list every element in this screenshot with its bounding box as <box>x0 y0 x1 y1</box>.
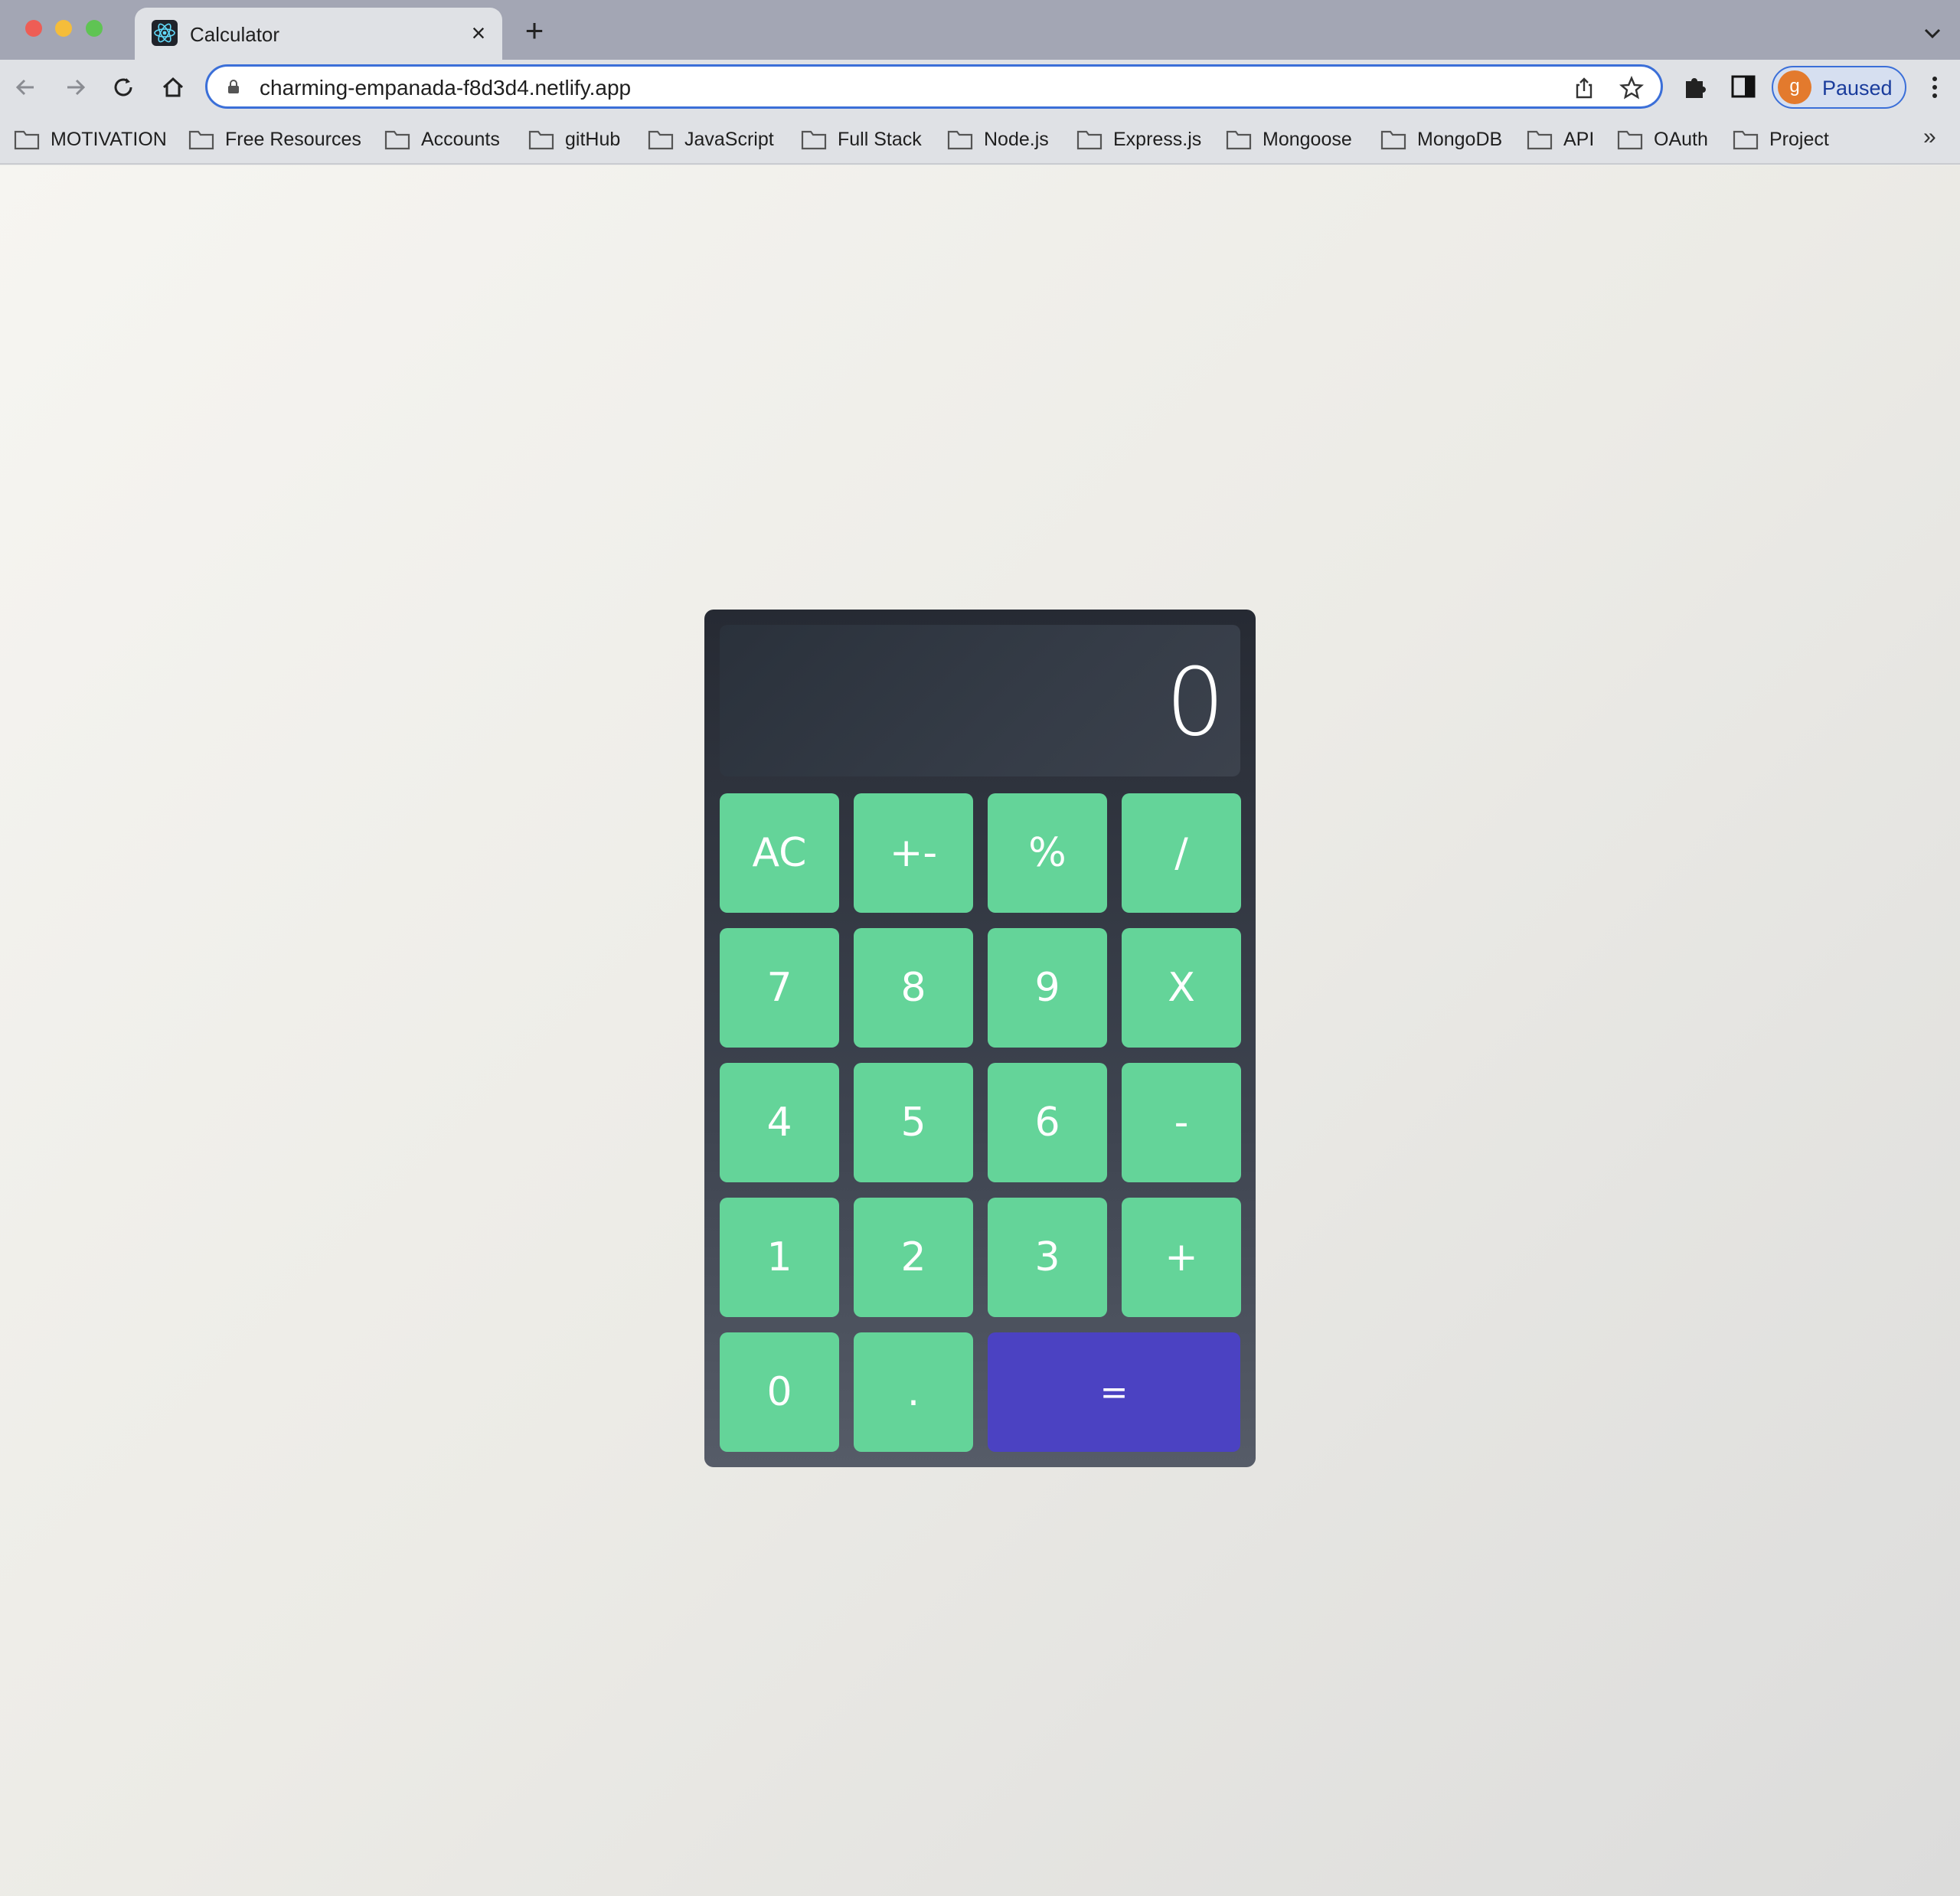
profile-status: Paused <box>1822 77 1893 100</box>
url-text[interactable]: charming-empanada-f8d3d4.netlify.app <box>260 76 631 100</box>
zero-key[interactable]: 0 <box>720 1332 839 1452</box>
folder-icon <box>801 130 827 150</box>
bookmark-folder[interactable]: JavaScript <box>648 124 774 155</box>
new-tab-button[interactable]: + <box>519 15 550 47</box>
window-minimize-button[interactable] <box>55 20 72 37</box>
folder-icon <box>384 130 410 150</box>
share-icon[interactable] <box>1572 76 1596 100</box>
folder-icon <box>1527 130 1553 150</box>
bookmark-label: MongoDB <box>1417 128 1503 150</box>
tab-close-icon[interactable]: × <box>466 20 492 46</box>
forward-arrow-icon[interactable] <box>60 72 90 103</box>
five-key[interactable]: 5 <box>854 1063 973 1182</box>
react-favicon-icon <box>152 20 178 46</box>
folder-icon <box>1226 130 1252 150</box>
browser-toolbar: charming-empanada-f8d3d4.netlify.app g P… <box>0 60 1960 115</box>
folder-icon <box>1733 130 1759 150</box>
six-key[interactable]: 6 <box>988 1063 1107 1182</box>
folder-icon <box>648 130 674 150</box>
eight-key[interactable]: 8 <box>854 928 973 1048</box>
folder-icon <box>528 130 554 150</box>
one-key[interactable]: 1 <box>720 1198 839 1317</box>
address-bar[interactable]: charming-empanada-f8d3d4.netlify.app <box>205 64 1663 109</box>
calculator: 0 AC +-%/ 7 8 9 X 4 5 6- 1 2 3 +0. = <box>704 610 1256 1467</box>
display-value: 0 <box>1165 648 1225 757</box>
kebab-menu-icon[interactable] <box>1923 72 1946 103</box>
bookmark-folder[interactable]: MOTIVATION <box>14 124 167 155</box>
three-key[interactable]: 3 <box>988 1198 1107 1317</box>
folder-icon <box>947 130 973 150</box>
bookmark-label: Express.js <box>1113 128 1202 150</box>
four-key[interactable]: 4 <box>720 1063 839 1182</box>
plus-key[interactable]: + <box>1122 1198 1241 1317</box>
equals-key[interactable]: = <box>988 1332 1240 1452</box>
nine-key[interactable]: 9 <box>988 928 1107 1048</box>
folder-icon <box>1380 130 1406 150</box>
percent-key[interactable]: % <box>988 793 1107 913</box>
bookmark-folder[interactable]: Full Stack <box>801 124 922 155</box>
home-icon[interactable] <box>158 72 188 103</box>
decimal-key[interactable]: . <box>854 1332 973 1452</box>
bookmark-folder[interactable]: Node.js <box>947 124 1049 155</box>
bookmark-star-icon[interactable] <box>1619 75 1645 100</box>
window-maximize-button[interactable] <box>86 20 103 37</box>
bookmark-folder[interactable]: Accounts <box>384 124 500 155</box>
bookmark-folder[interactable]: gitHub <box>528 124 620 155</box>
bookmarks-overflow-icon[interactable]: » <box>1923 124 1936 150</box>
back-arrow-icon[interactable] <box>11 72 41 103</box>
bookmark-folder[interactable]: Free Resources <box>188 124 361 155</box>
bookmark-label: MOTIVATION <box>51 128 167 150</box>
side-panel-icon[interactable] <box>1730 74 1756 100</box>
page-viewport: 0 AC +-%/ 7 8 9 X 4 5 6- 1 2 3 +0. = <box>0 165 1960 1896</box>
bookmark-folder[interactable]: MongoDB <box>1380 124 1502 155</box>
bookmark-label: API <box>1563 128 1595 150</box>
bookmark-folder[interactable]: Mongoose <box>1226 124 1352 155</box>
plus-minus-key[interactable]: +- <box>854 793 973 913</box>
reload-icon[interactable] <box>108 72 139 103</box>
calculator-display: 0 <box>720 625 1240 776</box>
bookmark-label: Accounts <box>421 128 500 150</box>
bookmark-label: gitHub <box>565 128 621 150</box>
seven-key[interactable]: 7 <box>720 928 839 1048</box>
divide-key[interactable]: / <box>1122 793 1241 913</box>
bookmarks-bar: MOTIVATION Free Resources Accounts gitHub Ja… <box>0 115 1960 165</box>
folder-icon <box>188 130 214 150</box>
bookmark-label: Node.js <box>984 128 1049 150</box>
lock-icon[interactable] <box>227 80 240 93</box>
bookmark-label: Free Resources <box>225 128 361 150</box>
bookmark-folder[interactable]: API <box>1527 124 1594 155</box>
bookmark-folder[interactable]: Project <box>1733 124 1829 155</box>
bookmark-label: Mongoose <box>1263 128 1352 150</box>
bookmark-label: Full Stack <box>838 128 922 150</box>
bookmark-folder[interactable]: Express.js <box>1076 124 1201 155</box>
bookmark-label: Project <box>1769 128 1829 150</box>
avatar: g <box>1778 70 1811 104</box>
folder-icon <box>1617 130 1643 150</box>
folder-icon <box>14 130 40 150</box>
multiply-key[interactable]: X <box>1122 928 1241 1048</box>
folder-icon <box>1076 130 1102 150</box>
profile-button[interactable]: g Paused <box>1772 66 1906 109</box>
tab-title: Calculator <box>190 23 280 46</box>
extensions-puzzle-icon[interactable] <box>1681 72 1710 101</box>
tab-search-chevron-icon[interactable] <box>1919 20 1946 47</box>
window-close-button[interactable] <box>25 20 42 37</box>
minus-key[interactable]: - <box>1122 1063 1241 1182</box>
two-key[interactable]: 2 <box>854 1198 973 1317</box>
tab-strip: Calculator × + <box>0 0 1960 60</box>
all-clear-key[interactable]: AC <box>720 793 839 913</box>
bookmark-folder[interactable]: OAuth <box>1617 124 1708 155</box>
bookmark-label: OAuth <box>1654 128 1708 150</box>
bookmark-label: JavaScript <box>684 128 774 150</box>
tab-calculator[interactable]: Calculator × <box>135 8 502 60</box>
